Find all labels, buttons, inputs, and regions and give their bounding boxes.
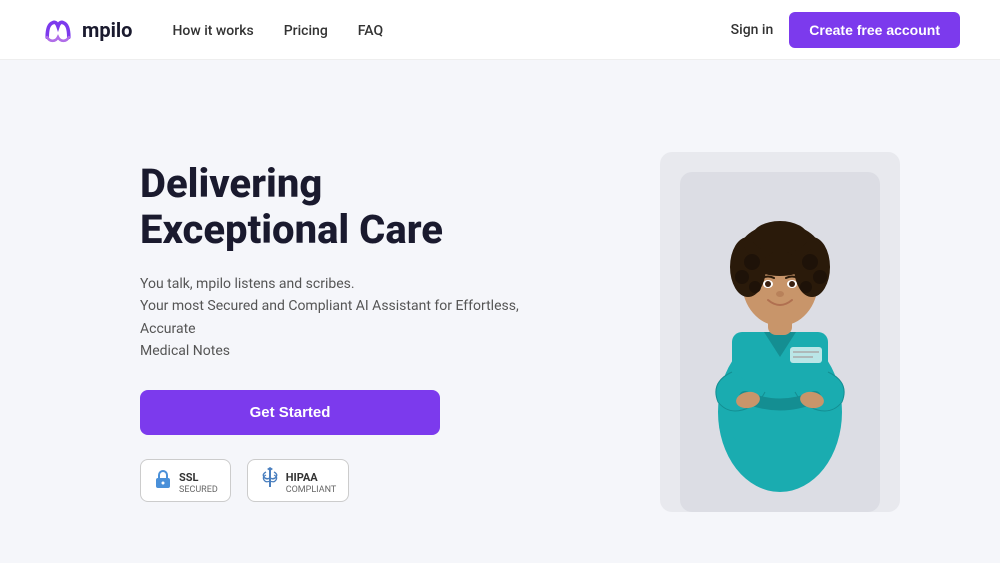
hero-title: Delivering Exceptional Care — [140, 161, 560, 253]
ssl-badge: SSL SECURED — [140, 459, 231, 502]
nav-link-how-it-works[interactable]: How it works — [172, 23, 253, 39]
hero-subtitle: You talk, mpilo listens and scribes. You… — [140, 273, 560, 363]
logo: mpilo — [40, 12, 132, 48]
logo-text: mpilo — [82, 18, 132, 42]
navbar: mpilo How it works Pricing FAQ Sign in C… — [0, 0, 1000, 60]
ssl-badge-sub: SECURED — [179, 485, 218, 495]
nav-item-pricing[interactable]: Pricing — [284, 20, 328, 39]
navbar-left: mpilo How it works Pricing FAQ — [40, 12, 383, 48]
nav-links: How it works Pricing FAQ — [172, 20, 383, 39]
ssl-badge-title: SSL — [179, 471, 199, 484]
hero-image — [660, 152, 900, 512]
signin-link[interactable]: Sign in — [731, 22, 774, 38]
nav-item-how-it-works[interactable]: How it works — [172, 20, 253, 39]
hipaa-badge-title: HIPAA — [286, 471, 318, 484]
create-free-account-button[interactable]: Create free account — [789, 12, 960, 48]
trust-badges: SSL SECURED HIPAA — [140, 459, 560, 502]
hero-section: Delivering Exceptional Care You talk, mp… — [0, 60, 1000, 563]
nav-link-faq[interactable]: FAQ — [358, 23, 383, 39]
hipaa-badge-sub: COMPLIANT — [286, 485, 337, 495]
doctor-illustration — [680, 172, 880, 512]
hero-content: Delivering Exceptional Care You talk, mp… — [140, 161, 560, 503]
ssl-icon — [153, 469, 173, 493]
navbar-right: Sign in Create free account — [731, 12, 960, 48]
logo-icon — [40, 12, 76, 48]
caduceus-icon — [260, 467, 280, 494]
nav-link-pricing[interactable]: Pricing — [284, 23, 328, 39]
nav-item-faq[interactable]: FAQ — [358, 20, 383, 39]
get-started-button[interactable]: Get Started — [140, 390, 440, 435]
hipaa-badge: HIPAA COMPLIANT — [247, 459, 350, 502]
